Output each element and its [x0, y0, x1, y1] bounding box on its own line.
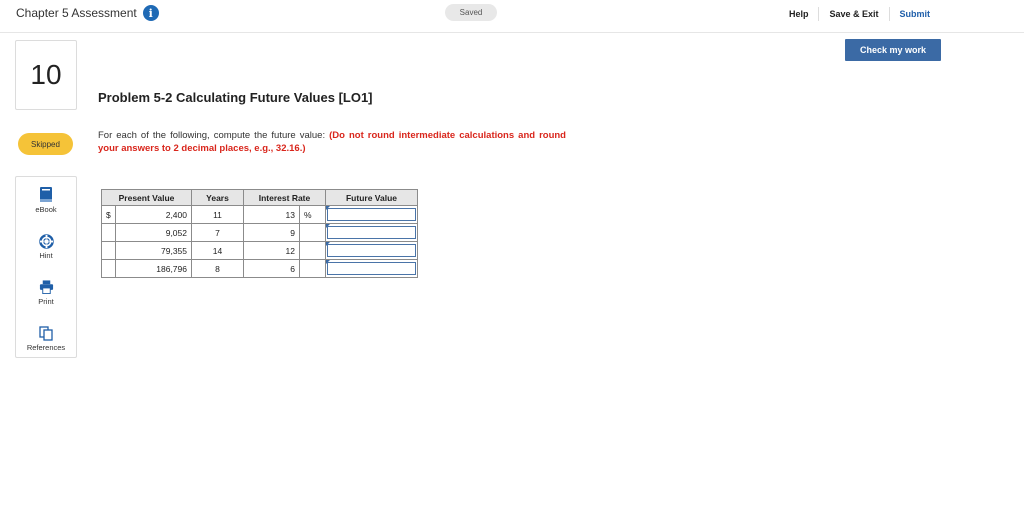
years-cell: 7	[191, 223, 244, 242]
header-years: Years	[191, 189, 244, 206]
present-value-cell: 2,400	[115, 205, 192, 224]
percent-symbol: %	[299, 205, 326, 224]
instruction-text: For each of the following, compute the f…	[98, 130, 330, 141]
input-marker-icon	[326, 242, 330, 246]
interest-rate-cell: 6	[243, 259, 300, 278]
top-actions: Help Save & Exit Submit	[779, 7, 940, 21]
table-header-row: Present Value Years Interest Rate Future…	[101, 189, 418, 206]
saved-status-badge: Saved	[445, 4, 497, 21]
submit-link[interactable]: Submit	[890, 9, 941, 19]
table-row: 9,052 7 9	[101, 223, 418, 242]
present-value-cell: 9,052	[115, 223, 192, 242]
input-marker-icon	[326, 224, 330, 228]
future-value-cell	[325, 241, 418, 260]
table-row: $ 2,400 11 13 %	[101, 205, 418, 224]
instructions: For each of the following, compute the f…	[98, 129, 566, 155]
percent-symbol-empty	[299, 223, 326, 242]
top-bar: Chapter 5 Assessment i Saved Help Save &…	[0, 0, 1024, 33]
interest-rate-cell: 13	[243, 205, 300, 224]
hint-tool[interactable]: Hint	[16, 233, 76, 260]
present-value-cell: 186,796	[115, 259, 192, 278]
hint-label: Hint	[39, 251, 53, 260]
printer-icon	[39, 279, 54, 295]
present-value-cell: 79,355	[115, 241, 192, 260]
assessment-title-text: Chapter 5 Assessment	[16, 6, 137, 20]
percent-symbol-empty	[299, 241, 326, 260]
tools-panel: eBook Hint Print References	[15, 176, 77, 358]
book-icon	[39, 187, 53, 203]
interest-rate-cell: 9	[243, 223, 300, 242]
lifebuoy-icon	[38, 233, 54, 249]
future-value-input[interactable]	[327, 226, 416, 239]
references-tool[interactable]: References	[16, 325, 76, 352]
input-marker-icon	[326, 260, 330, 264]
percent-symbol-empty	[299, 259, 326, 278]
years-cell: 8	[191, 259, 244, 278]
save-exit-link[interactable]: Save & Exit	[819, 9, 888, 19]
info-icon[interactable]: i	[142, 5, 159, 21]
input-marker-icon	[326, 206, 330, 210]
skipped-status-badge: Skipped	[18, 133, 73, 155]
print-label: Print	[38, 297, 54, 306]
future-value-table: Present Value Years Interest Rate Future…	[101, 189, 418, 278]
currency-symbol-empty	[101, 259, 116, 278]
future-value-input[interactable]	[327, 208, 416, 221]
currency-symbol: $	[101, 205, 116, 224]
check-my-work-button[interactable]: Check my work	[845, 39, 941, 61]
table-row: 79,355 14 12	[101, 241, 418, 260]
assessment-title: Chapter 5 Assessment i	[16, 5, 159, 21]
header-interest-rate: Interest Rate	[243, 189, 326, 206]
ebook-label: eBook	[35, 205, 57, 214]
question-number: 10	[15, 40, 77, 110]
copy-icon	[39, 325, 53, 341]
help-link[interactable]: Help	[779, 9, 819, 19]
future-value-input[interactable]	[327, 262, 416, 275]
years-cell: 11	[191, 205, 244, 224]
currency-symbol-empty	[101, 223, 116, 242]
header-present-value: Present Value	[101, 189, 192, 206]
future-value-cell	[325, 205, 418, 224]
future-value-input[interactable]	[327, 244, 416, 257]
table-row: 186,796 8 6	[101, 259, 418, 278]
problem-title: Problem 5-2 Calculating Future Values [L…	[98, 90, 373, 105]
header-future-value: Future Value	[325, 189, 418, 206]
print-tool[interactable]: Print	[16, 279, 76, 306]
interest-rate-cell: 12	[243, 241, 300, 260]
future-value-cell	[325, 259, 418, 278]
future-value-cell	[325, 223, 418, 242]
ebook-tool[interactable]: eBook	[16, 187, 76, 214]
years-cell: 14	[191, 241, 244, 260]
currency-symbol-empty	[101, 241, 116, 260]
references-label: References	[26, 343, 66, 352]
